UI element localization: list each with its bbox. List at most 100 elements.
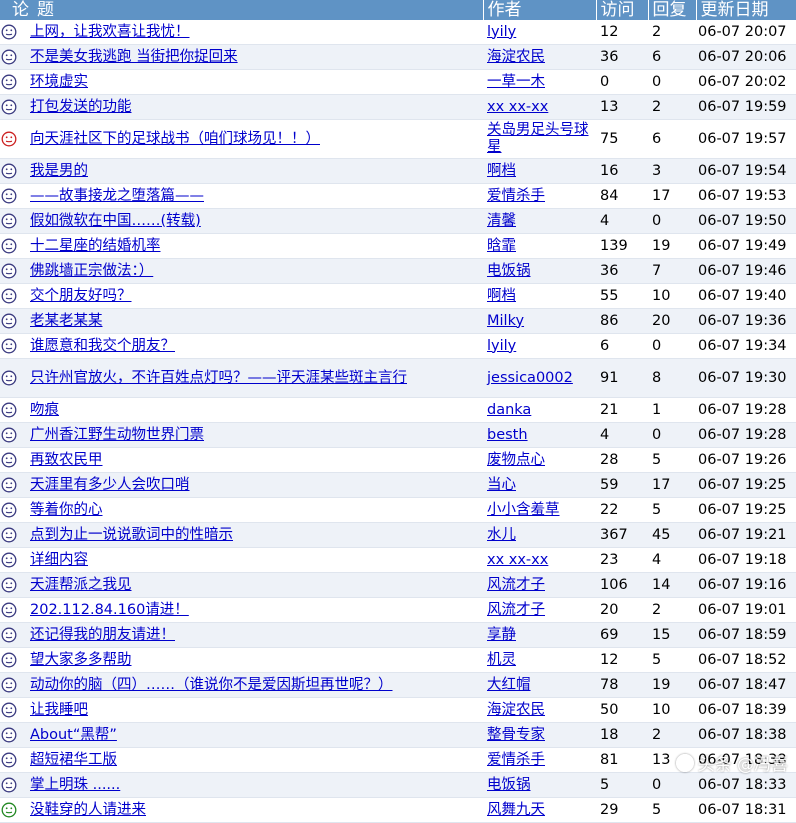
thread-title-link[interactable]: 谁愿意和我交个朋友？ (30, 338, 175, 354)
thread-title-link[interactable]: 上网，让我欢喜让我忧！ (30, 24, 190, 40)
thread-author-link[interactable]: 一草一木 (487, 74, 545, 90)
thread-updated-date: 06-07 19:25 (696, 472, 796, 498)
thread-author-cell: lyily (483, 20, 596, 45)
thread-author-link[interactable]: 风流才子 (487, 602, 545, 618)
thread-author-link[interactable]: besth (487, 427, 528, 443)
column-header-visits[interactable]: 访问 (596, 0, 649, 20)
thread-author-link[interactable]: 当心 (487, 477, 516, 493)
thread-title-link[interactable]: 佛跳墙正宗做法：） (30, 263, 153, 279)
thread-visit-count: 16 (596, 158, 648, 184)
thread-title-link[interactable]: 不是美女我逃跑 当街把你捉回来 (30, 49, 238, 65)
thread-updated-date: 06-07 19:01 (696, 597, 796, 623)
thread-author-cell: 海淀农民 (483, 44, 596, 70)
thread-author-link[interactable]: 整骨专家 (487, 727, 545, 743)
green-smiley-icon (1, 802, 17, 818)
thread-icon-cell (0, 647, 26, 673)
thread-author-link[interactable]: jessica0002 (487, 370, 573, 386)
thread-title-link[interactable]: 再致农民甲 (30, 452, 103, 468)
thread-title-link[interactable]: 向天涯社区下的足球战书（咱们球场见！！） (30, 131, 320, 147)
thread-title-link[interactable]: About“黑帮” (30, 727, 117, 743)
thread-reply-count: 45 (648, 522, 696, 548)
thread-author-cell: xx xx-xx (483, 547, 596, 573)
column-header-author[interactable]: 作者 (483, 0, 597, 20)
thread-title-link[interactable]: 没鞋穿的人请进来 (30, 802, 146, 818)
thread-author-link[interactable]: 水儿 (487, 527, 516, 543)
thread-title-link[interactable]: 吻痕 (30, 402, 59, 418)
thread-title-link[interactable]: 超短裙华工版 (30, 752, 117, 768)
smiley-icon (1, 577, 17, 593)
thread-author-link[interactable]: 电饭锅 (487, 263, 531, 279)
thread-author-link[interactable]: 关岛男足头号球星 (487, 122, 589, 155)
smiley-icon (1, 477, 17, 493)
thread-author-link[interactable]: 清馨 (487, 213, 516, 229)
thread-author-link[interactable]: danka (487, 402, 531, 418)
thread-author-cell: 风舞九天 (483, 797, 596, 823)
thread-title-link[interactable]: ——故事接龙之堕落篇—— (30, 188, 204, 204)
thread-title-link[interactable]: 环境虚实 (30, 74, 88, 90)
thread-title-link[interactable]: 假如微软在中国……(转载) (30, 213, 201, 229)
thread-title-link[interactable]: 我是男的 (30, 163, 88, 179)
thread-title-link[interactable]: 望大家多多帮助 (30, 652, 132, 668)
thread-title-link[interactable]: 等着你的心 (30, 502, 103, 518)
thread-author-cell: 废物点心 (483, 447, 596, 473)
thread-author-link[interactable]: Milky (487, 313, 524, 329)
thread-title-link[interactable]: 只许州官放火，不许百姓点灯吗？——评天涯某些斑主言行 (30, 370, 407, 386)
thread-title-link[interactable]: 十二星座的结婚机率 (30, 238, 161, 254)
thread-author-link[interactable]: 爱情杀手 (487, 188, 545, 204)
thread-author-link[interactable]: 啊档 (487, 288, 516, 304)
thread-title-link[interactable]: 广州香江野生动物世界门票 (30, 427, 204, 443)
table-row: About“黑帮” 整骨专家 18 2 06-07 18:38 (0, 722, 796, 748)
thread-author-link[interactable]: 海淀农民 (487, 49, 545, 65)
thread-title-link[interactable]: 还记得我的朋友请进！ (30, 627, 175, 643)
table-row: 还记得我的朋友请进！ 享静 69 15 06-07 18:59 (0, 622, 796, 648)
thread-author-link[interactable]: 大红帽 (487, 677, 531, 693)
thread-title-link[interactable]: 让我睡吧 (30, 702, 88, 718)
thread-author-link[interactable]: 风舞九天 (487, 802, 545, 818)
thread-author-link[interactable]: 风流才子 (487, 577, 545, 593)
thread-visit-count: 106 (596, 572, 648, 598)
thread-icon-cell (0, 447, 26, 473)
thread-icon-cell (0, 397, 26, 423)
thread-visit-count: 367 (596, 522, 648, 548)
column-header-replies[interactable]: 回复 (648, 0, 697, 20)
thread-visit-count: 20 (596, 597, 648, 623)
thread-title-link[interactable]: 点到为止一说说歌词中的性暗示 (30, 527, 233, 543)
thread-author-link[interactable]: 海淀农民 (487, 702, 545, 718)
thread-author-cell: 整骨专家 (483, 722, 596, 748)
thread-reply-count: 2 (648, 20, 696, 45)
thread-title-link[interactable]: 打包发送的功能 (30, 99, 132, 115)
thread-author-link[interactable]: lyily (487, 338, 516, 354)
thread-title-link[interactable]: 天涯里有多少人会吹口哨 (30, 477, 190, 493)
thread-title-link[interactable]: 交个朋友好吗？ (30, 288, 132, 304)
thread-updated-date: 06-07 18:59 (696, 622, 796, 648)
thread-visit-count: 0 (596, 69, 648, 95)
table-row: 掌上明珠 ...... 电饭锅 5 0 06-07 18:33 (0, 772, 796, 798)
column-header-updated[interactable]: 更新日期 (696, 0, 796, 20)
thread-title-link[interactable]: 老某老某某 (30, 313, 103, 329)
thread-author-link[interactable]: 享静 (487, 627, 516, 643)
thread-updated-date: 06-07 18:39 (696, 697, 796, 723)
thread-title-cell: 还记得我的朋友请进！ (26, 622, 483, 648)
thread-icon-cell (0, 572, 26, 598)
thread-author-link[interactable]: 废物点心 (487, 452, 545, 468)
thread-author-link[interactable]: 小小含羞草 (487, 502, 560, 518)
thread-title-cell: 谁愿意和我交个朋友？ (26, 333, 483, 359)
thread-author-link[interactable]: 爱情杀手 (487, 752, 545, 768)
thread-author-link[interactable]: 啊档 (487, 163, 516, 179)
column-header-title[interactable]: 论题 (0, 0, 484, 20)
smiley-icon (1, 427, 17, 443)
thread-author-link[interactable]: 机灵 (487, 652, 516, 668)
thread-author-link[interactable]: xx xx-xx (487, 552, 548, 568)
thread-author-link[interactable]: lyily (487, 24, 516, 40)
thread-author-link[interactable]: 晗霏 (487, 238, 516, 254)
thread-author-link[interactable]: xx xx-xx (487, 99, 548, 115)
thread-visit-count: 13 (596, 94, 648, 120)
thread-title-cell: 动动你的脑（四）……（谁说你不是爱因斯坦再世呢？） (26, 672, 483, 698)
thread-icon-cell (0, 183, 26, 209)
table-row: 向天涯社区下的足球战书（咱们球场见！！） 关岛男足头号球星 75 6 06-07 19:… (0, 119, 796, 159)
thread-title-link[interactable]: 天涯帮派之我见 (30, 577, 132, 593)
thread-title-link[interactable]: 202.112.84.160请进！ (30, 602, 189, 618)
thread-author-link[interactable]: 电饭锅 (487, 777, 531, 793)
thread-title-link[interactable]: 动动你的脑（四）……（谁说你不是爱因斯坦再世呢？） (30, 677, 393, 693)
thread-title-link[interactable]: 详细内容 (30, 552, 88, 568)
